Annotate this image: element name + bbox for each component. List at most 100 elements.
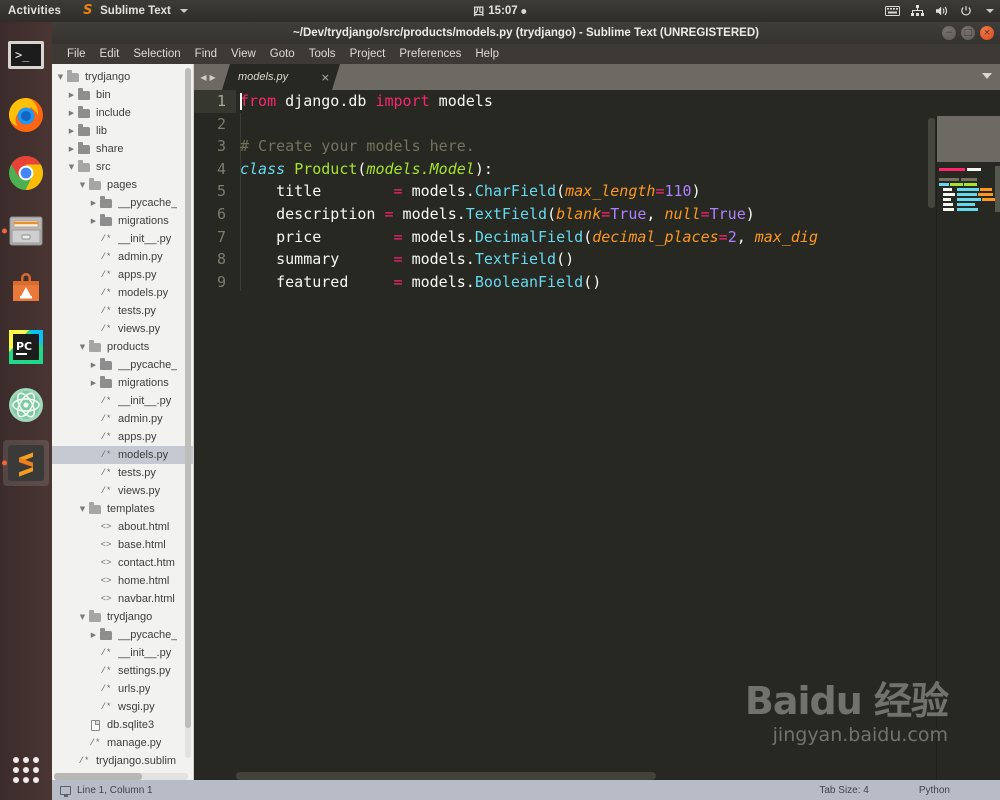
tab-prev-icon[interactable]: ◀	[200, 73, 206, 82]
tree-row-settings-py[interactable]: ▶/*settings.py	[52, 662, 193, 680]
sidebar-horizontal-scrollbar[interactable]	[54, 773, 188, 780]
menu-item-edit[interactable]: Edit	[93, 46, 127, 62]
code-line-2[interactable]	[236, 113, 1000, 136]
tree-row-models-py[interactable]: ▶/*models.py	[52, 284, 193, 302]
tab-models-py[interactable]: models.py ×	[222, 64, 340, 90]
tree-row--init-py[interactable]: ▶/*__init__.py	[52, 644, 193, 662]
chevron-down-icon[interactable]	[982, 73, 992, 79]
tree-row-pages[interactable]: ▼ pages	[52, 176, 193, 194]
tree-row-admin-py[interactable]: ▶/*admin.py	[52, 248, 193, 266]
tree-row-trydjango-sublim[interactable]: ▶/*trydjango.sublim	[52, 752, 193, 770]
console-icon[interactable]	[60, 785, 71, 797]
tree-row-tests-py[interactable]: ▶/*tests.py	[52, 464, 193, 482]
tree-row-urls-py[interactable]: ▶/*urls.py	[52, 680, 193, 698]
tree-row-home-html[interactable]: ▶<>home.html	[52, 572, 193, 590]
menu-item-help[interactable]: Help	[468, 46, 506, 62]
tree-row-manage-py[interactable]: ▶/*manage.py	[52, 734, 193, 752]
editor-horizontal-scrollbar[interactable]	[236, 772, 656, 780]
menu-item-project[interactable]: Project	[343, 46, 393, 62]
activities-button[interactable]: Activities	[8, 5, 61, 17]
minimap[interactable]	[936, 116, 1000, 782]
menu-item-selection[interactable]: Selection	[126, 46, 187, 62]
tree-row--init-py[interactable]: ▶/*__init__.py	[52, 230, 193, 248]
code-line-5[interactable]: title = models.CharField(max_length=110)	[236, 180, 1000, 203]
code-line-3[interactable]: # Create your models here.	[236, 135, 1000, 158]
launcher-item-chrome[interactable]	[0, 144, 52, 202]
code-line-1[interactable]: from django.db import models	[236, 90, 1000, 113]
code-line-8[interactable]: summary = models.TextField()	[236, 248, 1000, 271]
tree-row-contact-htm[interactable]: ▶<>contact.htm	[52, 554, 193, 572]
chevron-right-icon[interactable]: ▶	[89, 631, 98, 639]
network-icon[interactable]	[911, 5, 924, 17]
chevron-right-icon[interactable]: ▶	[67, 127, 76, 135]
tree-row-views-py[interactable]: ▶/*views.py	[52, 482, 193, 500]
chevron-right-icon[interactable]: ▶	[89, 379, 98, 387]
tree-row--pycache-[interactable]: ▶ __pycache_	[52, 356, 193, 374]
tree-row-src[interactable]: ▼ src	[52, 158, 193, 176]
tree-row--pycache-[interactable]: ▶ __pycache_	[52, 194, 193, 212]
chevron-right-icon[interactable]: ▶	[67, 145, 76, 153]
menu-item-find[interactable]: Find	[188, 46, 224, 62]
tree-row-base-html[interactable]: ▶<>base.html	[52, 536, 193, 554]
chevron-down-icon[interactable]	[986, 9, 994, 13]
tree-row-db-sqlite3[interactable]: ▶db.sqlite3	[52, 716, 193, 734]
tree-row-include[interactable]: ▶ include	[52, 104, 193, 122]
launcher-item-sublime-text[interactable]	[0, 434, 52, 492]
launcher-item-atom[interactable]	[0, 376, 52, 434]
tree-row-navbar-html[interactable]: ▶<>navbar.html	[52, 590, 193, 608]
tree-row-share[interactable]: ▶ share	[52, 140, 193, 158]
tree-row-migrations[interactable]: ▶ migrations	[52, 374, 193, 392]
clock-button[interactable]: 四 15:07	[473, 3, 527, 19]
chevron-down-icon[interactable]: ▼	[67, 163, 76, 171]
tree-row-migrations[interactable]: ▶ migrations	[52, 212, 193, 230]
show-applications-button[interactable]	[0, 748, 52, 792]
launcher-item-terminal[interactable]: >_	[0, 28, 52, 86]
chevron-down-icon[interactable]: ▼	[78, 181, 87, 189]
tab-next-icon[interactable]: ▶	[210, 73, 216, 82]
power-icon[interactable]	[960, 5, 972, 17]
close-button[interactable]: ×	[980, 26, 994, 40]
tab-size-button[interactable]: Tab Size: 4	[819, 785, 868, 796]
editor-vertical-scrollbar[interactable]	[926, 116, 936, 782]
tree-row-models-py[interactable]: ▶/*models.py	[52, 446, 193, 464]
menu-item-goto[interactable]: Goto	[263, 46, 302, 62]
tree-row-products[interactable]: ▼ products	[52, 338, 193, 356]
tree-row-bin[interactable]: ▶ bin	[52, 86, 193, 104]
code-line-7[interactable]: price = models.DecimalField(decimal_plac…	[236, 226, 1000, 249]
volume-icon[interactable]	[935, 5, 949, 17]
tree-row-trydjango[interactable]: ▼ trydjango	[52, 608, 193, 626]
chevron-right-icon[interactable]: ▶	[67, 91, 76, 99]
code-line-4[interactable]: class Product(models.Model):	[236, 158, 1000, 181]
launcher-item-firefox[interactable]	[0, 86, 52, 144]
launcher-item-pycharm[interactable]: PC	[0, 318, 52, 376]
code-line-9[interactable]: featured = models.BooleanField()	[236, 271, 1000, 294]
tree-row-trydjango[interactable]: ▼ trydjango	[52, 68, 193, 86]
sidebar-vertical-scrollbar[interactable]	[185, 68, 191, 758]
app-menu-button[interactable]: S Sublime Text	[83, 4, 188, 17]
tree-row-views-py[interactable]: ▶/*views.py	[52, 320, 193, 338]
tree-row-apps-py[interactable]: ▶/*apps.py	[52, 428, 193, 446]
menu-item-tools[interactable]: Tools	[302, 46, 343, 62]
sidebar-file-tree[interactable]: ▼ trydjango ▶ bin ▶ include ▶ lib ▶ share ▼ src ▼ pag…	[52, 64, 194, 782]
tree-row-wsgi-py[interactable]: ▶/*wsgi.py	[52, 698, 193, 716]
code-line-6[interactable]: description = models.TextField(blank=Tru…	[236, 203, 1000, 226]
tab-nav-buttons[interactable]: ◀ ▶	[194, 64, 222, 90]
chevron-right-icon[interactable]: ▶	[67, 109, 76, 117]
tree-row-apps-py[interactable]: ▶/*apps.py	[52, 266, 193, 284]
syntax-button[interactable]: Python	[919, 785, 950, 796]
menu-item-view[interactable]: View	[224, 46, 263, 62]
chevron-down-icon[interactable]: ▼	[78, 505, 87, 513]
source-code[interactable]: from django.db import models # Create yo…	[236, 90, 1000, 782]
tree-row-lib[interactable]: ▶ lib	[52, 122, 193, 140]
chevron-right-icon[interactable]: ▶	[89, 217, 98, 225]
tree-row-tests-py[interactable]: ▶/*tests.py	[52, 302, 193, 320]
launcher-item-ubuntu-software[interactable]	[0, 260, 52, 318]
code-area[interactable]: 123456789 from django.db import models #…	[194, 90, 1000, 782]
launcher-item-files[interactable]	[0, 202, 52, 260]
tree-row--pycache-[interactable]: ▶ __pycache_	[52, 626, 193, 644]
menu-item-file[interactable]: File	[60, 46, 93, 62]
chevron-down-icon[interactable]: ▼	[78, 613, 87, 621]
menu-item-preferences[interactable]: Preferences	[392, 46, 468, 62]
chevron-down-icon[interactable]: ▼	[56, 73, 65, 81]
chevron-right-icon[interactable]: ▶	[89, 361, 98, 369]
